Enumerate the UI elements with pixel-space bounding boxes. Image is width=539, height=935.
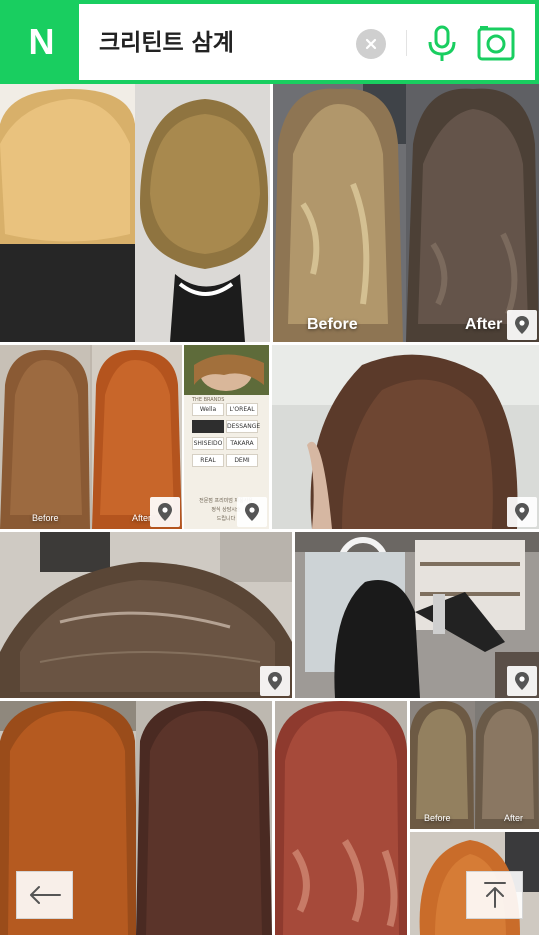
map-pin-icon	[515, 316, 529, 334]
location-pin-button[interactable]	[507, 310, 537, 340]
back-button[interactable]	[16, 871, 73, 919]
hair-photo	[295, 532, 539, 698]
image-result-scalp-closeup[interactable]	[0, 532, 292, 698]
brand-logo: TAKARA	[226, 437, 258, 450]
map-pin-icon	[268, 672, 282, 690]
hair-photo	[184, 345, 269, 395]
location-pin-button[interactable]	[260, 666, 290, 696]
brand-logo: REAL	[192, 454, 224, 467]
map-pin-icon	[515, 672, 529, 690]
search-input[interactable]: 크리틴트 삼계	[99, 26, 234, 60]
arrow-left-icon	[29, 886, 61, 904]
before-caption: Before	[32, 513, 59, 523]
hair-photo	[0, 84, 270, 342]
after-caption: After	[504, 813, 524, 823]
image-result-product-ad[interactable]: THE BRANDS Wella L'OREAL DESSANGE SHISEI…	[184, 345, 269, 529]
camera-lens-icon	[477, 26, 515, 61]
hair-photo	[272, 345, 539, 529]
brand-logo: DESSANGE	[226, 420, 260, 433]
image-result-long-waves[interactable]: Before After	[273, 84, 539, 342]
hair-photo	[410, 701, 539, 829]
after-caption: After	[132, 513, 152, 523]
image-result-blonde-bob[interactable]	[0, 84, 270, 342]
hair-photo	[273, 84, 539, 342]
image-result-rose-waves[interactable]	[275, 701, 407, 935]
ad-brand-logos: Wella L'OREAL DESSANGE SHISEIDO TAKARA R…	[192, 403, 260, 471]
brand-logo: SHISEIDO	[192, 437, 224, 450]
brand-logo: DEMI	[226, 454, 258, 467]
brand-logo: Wella	[192, 403, 224, 416]
location-pin-button[interactable]	[150, 497, 180, 527]
clear-icon	[365, 38, 377, 50]
location-pin-button[interactable]	[507, 666, 537, 696]
image-result-brown-side[interactable]	[272, 345, 539, 529]
before-caption: Before	[424, 813, 451, 823]
hair-photo	[0, 532, 292, 698]
image-result-salon-interior[interactable]	[295, 532, 539, 698]
image-results-grid: Before After Before After THE BRANDS Wel…	[0, 84, 539, 935]
image-result-copper-long[interactable]: Before After	[0, 345, 182, 529]
map-pin-icon	[158, 503, 172, 521]
search-divider	[406, 30, 407, 56]
hair-photo	[275, 701, 407, 935]
location-pin-button[interactable]	[237, 497, 267, 527]
microphone-icon	[428, 25, 456, 61]
clear-search-button[interactable]	[356, 29, 386, 59]
after-caption: After	[465, 316, 503, 333]
brand-logo: L'OREAL	[226, 403, 258, 416]
before-caption: Before	[307, 316, 358, 333]
map-pin-icon	[245, 503, 259, 521]
map-pin-icon	[515, 503, 529, 521]
voice-search-button[interactable]	[422, 22, 462, 64]
arrow-up-to-top-icon	[483, 882, 506, 908]
image-result-mini-before-after[interactable]: Before After	[410, 701, 539, 829]
naver-logo[interactable]: N	[4, 4, 79, 80]
location-pin-button[interactable]	[507, 497, 537, 527]
brand-logo	[192, 420, 224, 433]
image-search-button[interactable]	[474, 22, 518, 64]
search-bar: N 크리틴트 삼계	[0, 0, 539, 84]
scroll-to-top-button[interactable]	[466, 871, 523, 919]
logo-letter: N	[28, 21, 55, 62]
